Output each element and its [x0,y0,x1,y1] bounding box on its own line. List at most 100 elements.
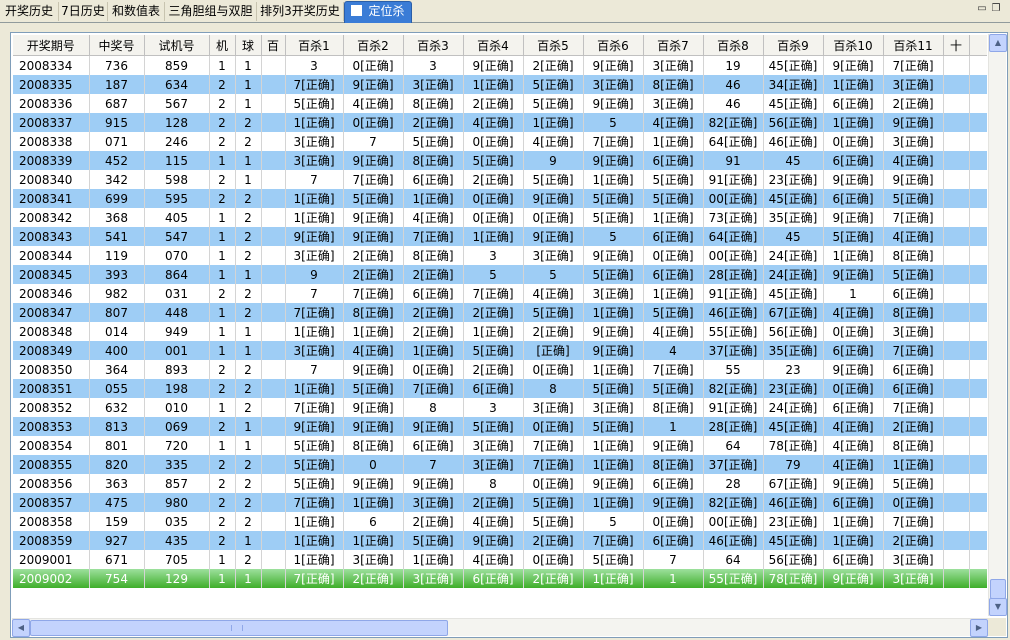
table-row[interactable]: 2008343 541 547 1 2 9[正确] 9[正确] 7[正确] 1[正确] 9[正确]… [13,227,987,246]
table-cell: 23 [763,360,824,379]
table-row[interactable]: 2009002 754 129 1 1 7[正确] 2[正确] 3[正确] 6[正确] 2[正确]… [13,569,987,588]
table-cell: 2[正确] [343,569,404,588]
table-row[interactable]: 2008341 699 595 2 2 1[正确] 5[正确] 1[正确] 0[正确] 9[正确]… [13,189,987,208]
table-row[interactable]: 2008357 475 980 2 2 7[正确] 1[正确] 3[正确] 2[正确] 5[正确]… [13,493,987,512]
table-cell: 3[正确] [523,246,584,265]
table-cell: 28[正确] [703,417,764,436]
table-row[interactable]: 2008344 119 070 1 2 3[正确] 2[正确] 8[正确] 3 3[正确] 9[正确… [13,246,987,265]
tab-triangle-group[interactable]: 三角胆组与双胆 [165,2,257,21]
table-cell: 8[正确] [403,151,464,170]
tab-pl3-history[interactable]: 排列3开奖历史 [257,2,344,21]
table-cell: 7[正确] [343,284,404,303]
column-header[interactable]: 百杀4 [463,35,524,56]
column-header[interactable] [969,35,987,56]
table-cell: 9[正确] [583,341,644,360]
tab-sum-table[interactable]: 和数值表 [108,2,165,21]
table-cell: 2008356 [13,474,90,493]
table-cell: 2[正确] [463,303,524,322]
table-row[interactable]: 2008340 342 598 2 1 7 7[正确] 6[正确] 2[正确] 5[正确] 1[正确… [13,170,987,189]
table-row[interactable]: 2008349 400 001 1 1 3[正确] 4[正确] 1[正确] 5[正确] [正确] 9… [13,341,987,360]
table-cell: 3[正确] [883,75,944,94]
table-row[interactable]: 2008336 687 567 2 1 5[正确] 4[正确] 8[正确] 2[正确] 5[正确]… [13,94,987,113]
table-cell: 5[正确] [583,189,644,208]
table-cell: 2008342 [13,208,90,227]
table-cell: 1[正确] [883,455,944,474]
table-row[interactable]: 2008358 159 035 2 2 1[正确] 6 2[正确] 4[正确] 5[正确] 5 0[正… [13,512,987,531]
table-cell [261,531,286,550]
column-header[interactable]: 百杀1 [285,35,344,56]
column-header[interactable]: 开奖期号 [13,35,90,56]
column-header[interactable]: 百杀8 [703,35,764,56]
table-cell: 1[正确] [285,379,344,398]
table-row[interactable]: 2009001 671 705 1 2 1[正确] 3[正确] 1[正确] 4[正确] 0[正确]… [13,550,987,569]
table-cell: 595 [144,189,210,208]
table-cell: 1 [643,417,704,436]
scroll-right-icon[interactable]: ▶ [970,619,988,637]
table-cell: 705 [144,550,210,569]
column-header[interactable]: 百杀10 [823,35,884,56]
column-header[interactable]: 中奖号 [89,35,145,56]
table-row[interactable]: 2008347 807 448 1 2 7[正确] 8[正确] 2[正确] 2[正确] 5[正确]… [13,303,987,322]
table-row[interactable]: 2008354 801 720 1 1 5[正确] 8[正确] 6[正确] 3[正确] 7[正确]… [13,436,987,455]
table-cell: 0[正确] [823,379,884,398]
table-cell: 1[正确] [823,531,884,550]
grid-panel: 开奖期号 中奖号 试机号机球百百杀1 百杀2 百杀3 百杀4 百杀5 百杀6 百杀7 百杀8 百杀9… [10,32,1008,638]
minimize-icon[interactable]: ▭ [976,3,988,15]
table-cell: 5[正确] [583,265,644,284]
table-row[interactable]: 2008338 071 246 2 2 3[正确] 7 5[正确] 0[正确] 4[正确] 7[正确… [13,132,987,151]
table-row[interactable]: 2008334 736 859 1 1 3 0[正确] 3 9[正确] 2[正确] 9[正确] 3[正… [13,55,987,75]
column-header[interactable]: 机 [209,35,236,56]
column-header[interactable]: 百杀11 [883,35,944,56]
table-cell: 128 [144,113,210,132]
table-cell: 2008340 [13,170,90,189]
table-row[interactable]: 2008352 632 010 1 2 7[正确] 9[正确] 8 3 3[正确] 3[正确] 8[正… [13,398,987,417]
table-row[interactable]: 2008346 982 031 2 2 7 7[正确] 6[正确] 7[正确] 4[正确] 3[正确… [13,284,987,303]
column-header[interactable]: 十 [943,35,970,56]
column-header[interactable]: 试机号 [144,35,210,56]
horizontal-scrollbar[interactable]: ◀ ▶ [12,618,988,637]
table-cell: 1[正确] [583,170,644,189]
table-row[interactable]: 2008350 364 893 2 2 7 9[正确] 0[正确] 2[正确] 0[正确] 1[正确… [13,360,987,379]
table-row[interactable]: 2008351 055 198 2 2 1[正确] 5[正确] 7[正确] 6[正确] 8 5[正确… [13,379,987,398]
table-row[interactable]: 2008342 368 405 1 2 1[正确] 9[正确] 4[正确] 0[正确] 0[正确]… [13,208,987,227]
horizontal-scroll-thumb[interactable] [30,620,448,636]
table-cell [261,455,286,474]
tab-lottery-history[interactable]: 开奖历史 [0,2,59,21]
table-cell: 2[正确] [523,322,584,341]
column-header[interactable]: 百杀3 [403,35,464,56]
column-header[interactable]: 百杀9 [763,35,824,56]
table-row[interactable]: 2008356 363 857 2 2 5[正确] 9[正确] 9[正确] 8 0[正确] 9[正确… [13,474,987,493]
table-row[interactable]: 2008355 820 335 2 2 5[正确] 0 7 3[正确] 7[正确] 1[正确] 8[正… [13,455,987,474]
table-row[interactable]: 2008339 452 115 1 1 3[正确] 9[正确] 8[正确] 5[正确] 9 9[正确… [13,151,987,170]
table-cell: 4[正确] [823,303,884,322]
table-row[interactable]: 2008337 915 128 2 2 1[正确] 0[正确] 2[正确] 4[正确] 1[正确]… [13,113,987,132]
table-cell: 634 [144,75,210,94]
table-row[interactable]: 2008353 813 069 2 1 9[正确] 9[正确] 9[正确] 5[正确] 0[正确]… [13,417,987,436]
table-row[interactable]: 2008348 014 949 1 1 1[正确] 1[正确] 2[正确] 1[正确] 2[正确]… [13,322,987,341]
tab-7day-history[interactable]: 7日历史 [59,2,108,21]
vertical-scrollbar[interactable]: ▲ ▼ [988,34,1007,616]
vertical-scroll-thumb[interactable] [990,579,1006,599]
scroll-left-icon[interactable]: ◀ [12,619,30,637]
table-row[interactable]: 2008345 393 864 1 1 9 2[正确] 2[正确] 5 5 5[正确] 6[正确] 28… [13,265,987,284]
table-cell: 035 [144,512,210,531]
table-cell [969,55,987,75]
table-row[interactable]: 2008335 187 634 2 1 7[正确] 9[正确] 3[正确] 1[正确] 5[正确]… [13,75,987,94]
column-header[interactable]: 百杀6 [583,35,644,56]
column-header[interactable]: 百杀5 [523,35,584,56]
tab-position-kill[interactable]: 定位杀 [344,1,412,23]
restore-icon[interactable]: ❐ [990,3,1002,15]
table-cell [943,417,970,436]
table-cell: 2 [235,208,262,227]
column-header[interactable]: 百杀7 [643,35,704,56]
scroll-down-icon[interactable]: ▼ [989,598,1007,616]
column-header[interactable]: 百杀2 [343,35,404,56]
table-cell [261,436,286,455]
column-header[interactable]: 球 [235,35,262,56]
table-cell: 8[正确] [883,436,944,455]
table-cell: 2[正确] [883,94,944,113]
column-header[interactable]: 百 [261,35,286,56]
scroll-up-icon[interactable]: ▲ [989,34,1007,52]
table-row[interactable]: 2008359 927 435 2 1 1[正确] 1[正确] 5[正确] 9[正确] 2[正确]… [13,531,987,550]
table-cell: 1[正确] [343,531,404,550]
